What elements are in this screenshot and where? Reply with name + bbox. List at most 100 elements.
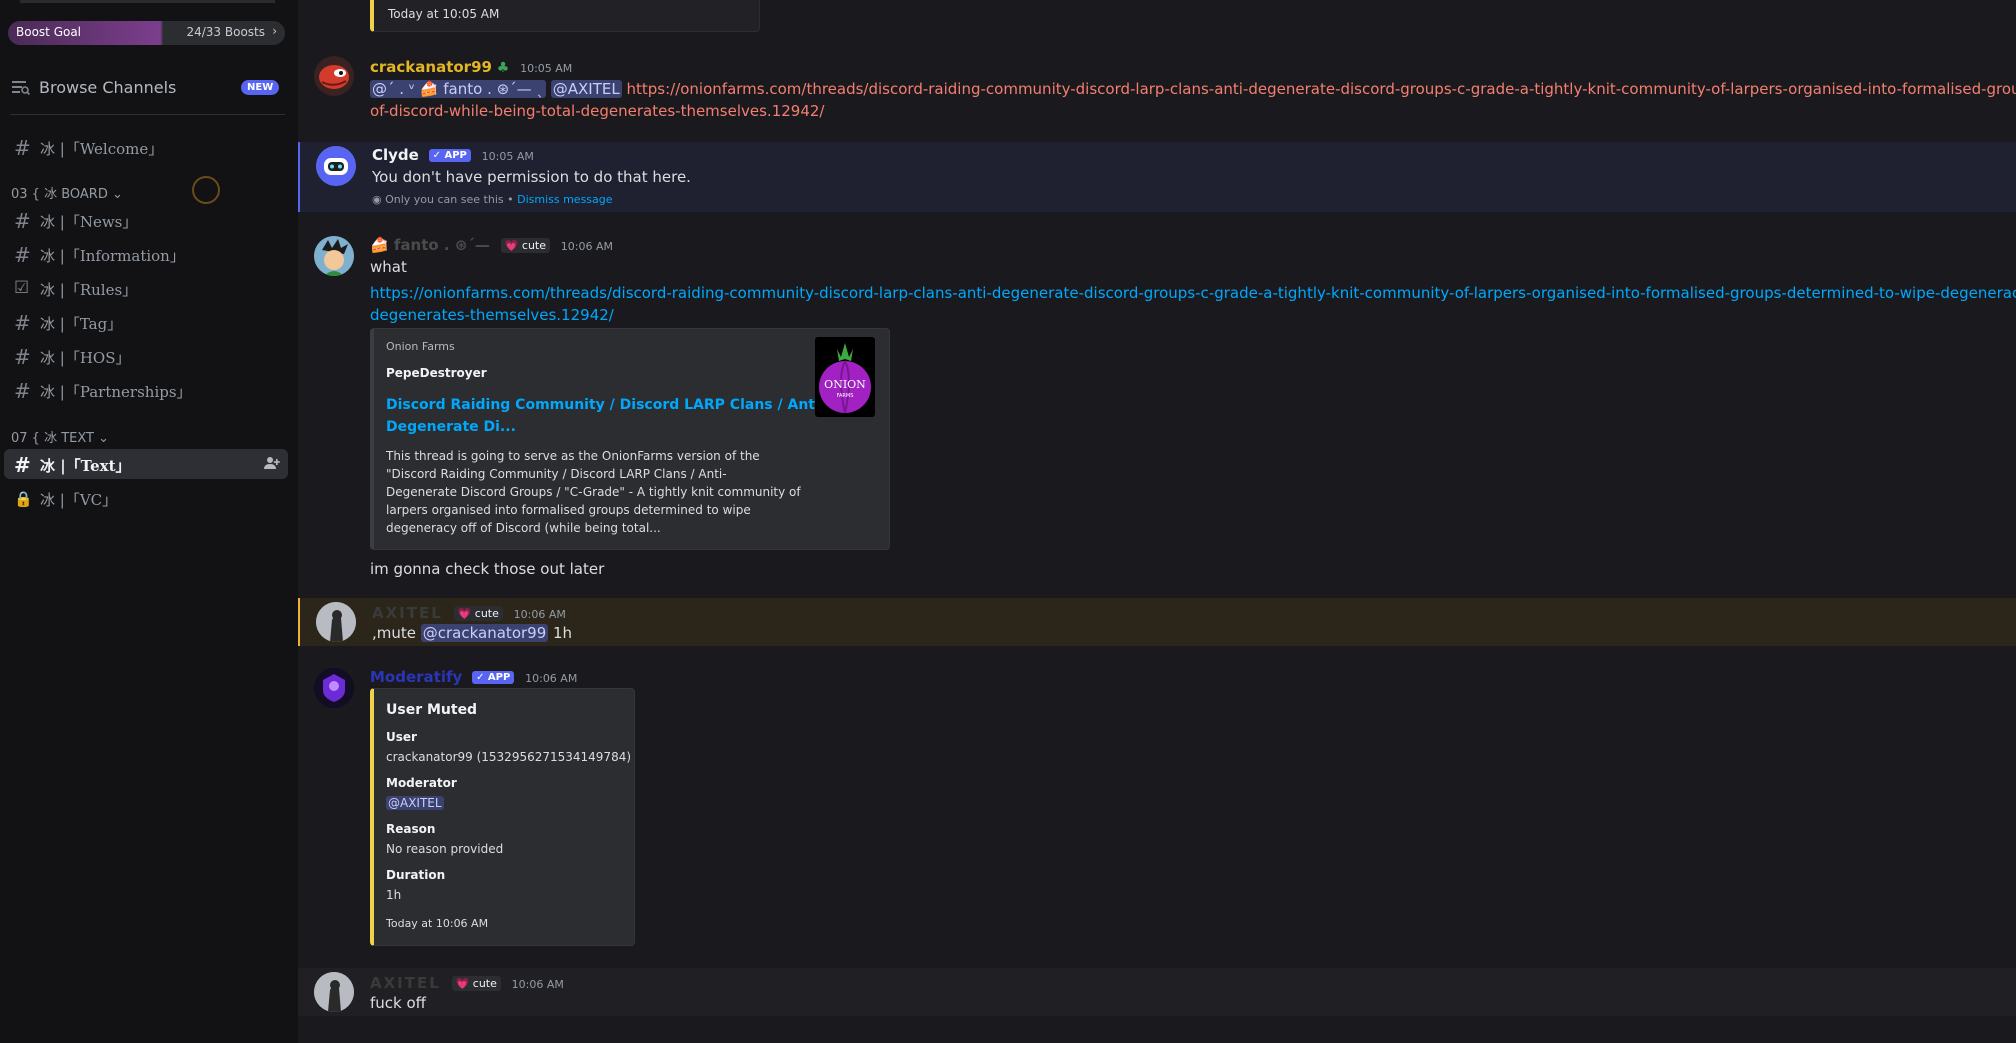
hash-icon: # <box>14 345 31 369</box>
embed-desc-line: Degenerate Discord Groups / "C-Grade" - … <box>386 485 801 499</box>
avatar[interactable] <box>314 236 354 276</box>
timestamp: 10:06 AM <box>560 240 613 253</box>
dismiss-message-link[interactable]: Dismiss message <box>517 193 612 206</box>
mention-axitel[interactable]: @AXITEL <box>550 80 622 98</box>
channel-label: 冰 |「Information」 <box>40 247 185 265</box>
message-text: You don't have permission to do that her… <box>372 168 691 186</box>
username[interactable]: AXITEL <box>370 974 441 992</box>
embed-title-line: Degenerate Di... <box>386 419 516 435</box>
message-text-2: im gonna check those out later <box>370 560 605 578</box>
chat-area: Today at 10:05 AM crackanator99 ♣ 10:05 … <box>298 0 2016 1043</box>
browse-channels-label: Browse Channels <box>39 78 177 97</box>
category-text[interactable]: 07 { 冰 TEXT ⌄ <box>11 427 109 446</box>
loading-ring <box>192 176 220 204</box>
embed-footer: Today at 10:06 AM <box>386 917 489 930</box>
embed-title-line: Discord Raiding Community / Discord LARP… <box>386 397 826 413</box>
browse-channels-button[interactable]: Browse Channels NEW <box>10 76 290 102</box>
field-name-reason: Reason <box>386 822 436 836</box>
svg-text:ONION: ONION <box>824 378 866 391</box>
embed-title[interactable]: Discord Raiding Community / Discord LARP… <box>386 394 826 438</box>
avatar[interactable] <box>314 56 354 96</box>
message-link-cont[interactable]: degenerates-themselves.12942/ <box>370 306 614 324</box>
category-board[interactable]: 03 { 冰 BOARD ⌄ <box>11 183 123 202</box>
message-link[interactable]: https://onionfarms.com/threads/discord-r… <box>626 80 2016 98</box>
channel-rules[interactable]: ☑ 冰 |「Rules」 <box>4 273 288 303</box>
boost-count: 24/33 Boosts <box>186 25 265 39</box>
username[interactable]: AXITEL <box>372 604 443 622</box>
boost-goal-label: Boost Goal <box>16 25 82 39</box>
message-axitel-mute[interactable]: AXITEL 💗 cute 10:06 AM ,mute @crackanato… <box>298 598 2016 646</box>
channel-news[interactable]: # 冰 |「News」 <box>4 205 288 235</box>
embed-provider: Onion Farms <box>386 340 455 353</box>
mention-axitel[interactable]: @AXITEL <box>386 796 444 810</box>
channel-label: 冰 |「VC」 <box>40 491 118 509</box>
lock-icon: 🔒 <box>14 490 33 508</box>
message-moderatify[interactable]: Moderatify ✓ APP 10:06 AM User Muted Use… <box>298 664 2016 952</box>
embed-author: PepeDestroyer <box>386 366 487 380</box>
role-icon: ♣ <box>496 60 510 76</box>
channel-partnerships[interactable]: # 冰 |「Partnerships」 <box>4 375 288 405</box>
timestamp: 10:05 AM <box>520 62 573 75</box>
timestamp: 10:06 AM <box>511 978 564 991</box>
ephemeral-note: Only you can see this • <box>385 193 518 206</box>
channel-label: 冰 |「Tag」 <box>40 315 123 333</box>
channel-information[interactable]: # 冰 |「Information」 <box>4 239 288 269</box>
add-member-icon[interactable] <box>264 456 280 474</box>
mention-crackanator99[interactable]: @crackanator99 <box>420 624 549 642</box>
link-embed: Onion Farms PepeDestroyer Discord Raidin… <box>370 328 890 550</box>
app-badge: ✓ APP <box>472 671 515 684</box>
channel-label: 冰 |「Text」 <box>40 457 131 475</box>
banner-edge <box>20 0 275 3</box>
embed-desc-line: This thread is going to serve as the Oni… <box>386 449 760 463</box>
field-value-duration: 1h <box>386 888 402 902</box>
message-clyde[interactable]: Clyde ✓ APP 10:05 AM You don't have perm… <box>298 142 2016 212</box>
embed-footer-timestamp: Today at 10:05 AM <box>388 7 500 21</box>
channel-text[interactable]: # 冰 |「Text」 <box>4 449 288 479</box>
message-link[interactable]: https://onionfarms.com/threads/discord-r… <box>370 284 2016 302</box>
avatar[interactable] <box>316 602 356 642</box>
username[interactable]: crackanator99 <box>370 58 492 76</box>
channel-tag[interactable]: # 冰 |「Tag」 <box>4 307 288 337</box>
message-text-suffix: 1h <box>548 624 573 642</box>
onion-farms-thumbnail[interactable]: ONION FARMS <box>815 337 875 417</box>
embed-desc-line: degeneracy off of Discord (while being t… <box>386 521 661 535</box>
clyde-avatar[interactable] <box>316 146 356 186</box>
channel-label: 冰 |「Partnerships」 <box>40 383 192 401</box>
field-name-user: User <box>386 730 417 744</box>
hash-icon: # <box>14 243 31 267</box>
timestamp: 10:06 AM <box>513 608 566 621</box>
field-name-duration: Duration <box>386 868 446 882</box>
sidebar-divider <box>10 114 285 115</box>
username[interactable]: 🍰 fanto . ⊛ˊ— <box>370 236 490 254</box>
username[interactable]: Moderatify <box>370 668 462 686</box>
message-link-cont[interactable]: of-discord-while-being-total-degenerates… <box>370 102 824 120</box>
browse-channels-icon <box>12 81 30 96</box>
channel-vc[interactable]: 🔒 冰 |「VC」 <box>4 483 288 513</box>
message-fanto[interactable]: 🍰 fanto . ⊛ˊ— 💗 cute 10:06 AM what https… <box>298 232 2016 582</box>
avatar[interactable] <box>314 668 354 708</box>
embed-description: This thread is going to serve as the Oni… <box>386 447 801 537</box>
hash-icon: # <box>14 136 31 160</box>
hash-icon: # <box>14 453 31 477</box>
username[interactable]: Clyde <box>372 146 419 164</box>
cute-badge: 💗 cute <box>500 238 550 253</box>
field-value-moderator: @AXITEL <box>386 796 444 810</box>
channel-welcome[interactable]: # 冰 |「Welcome」 <box>4 132 288 162</box>
field-value-user: crackanator99 (1532956271534149784) <box>386 750 632 764</box>
channel-label: 冰 |「HOS」 <box>40 349 131 367</box>
channel-label: 冰 |「News」 <box>40 213 138 231</box>
boost-goal-bar[interactable]: Boost Goal 24/33 Boosts › <box>8 21 285 45</box>
timestamp: 10:06 AM <box>525 672 578 685</box>
timestamp: 10:05 AM <box>481 150 534 163</box>
embed-desc-line: "Discord Raiding Community / Discord LAR… <box>386 467 727 481</box>
message-text: fuck off <box>370 994 427 1012</box>
cute-badge: 💗 cute <box>453 606 503 621</box>
message-axitel[interactable]: AXITEL 💗 cute 10:06 AM fuck off <box>298 968 2016 1016</box>
avatar[interactable] <box>314 972 354 1012</box>
mention-fanto[interactable]: @ˊ . ᵛ 🍰 fanto . ⊛ˊ— ˎ <box>370 80 546 98</box>
embed-title: User Muted <box>386 702 478 718</box>
message-crackanator99[interactable]: crackanator99 ♣ 10:05 AM @ˊ . ᵛ 🍰 fanto … <box>298 50 2016 130</box>
hash-icon: # <box>14 209 31 233</box>
channel-hos[interactable]: # 冰 |「HOS」 <box>4 341 288 371</box>
new-badge: NEW <box>241 80 280 95</box>
